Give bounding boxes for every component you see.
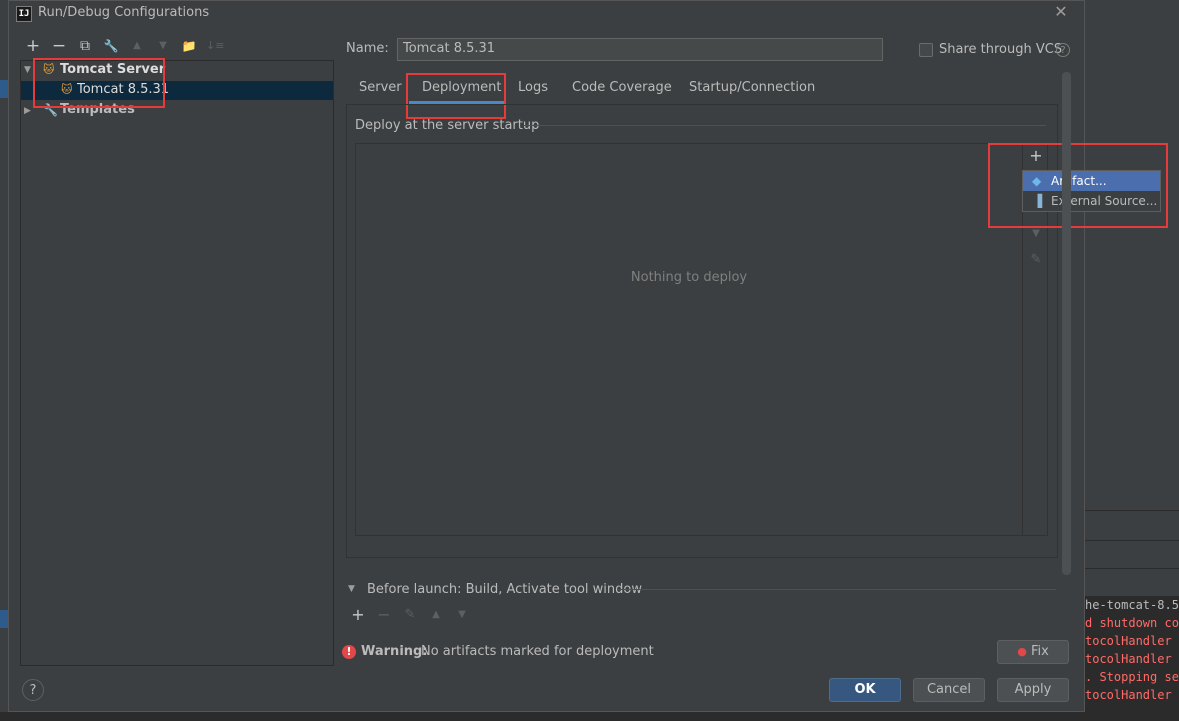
warning-text: No artifacts marked for deployment <box>421 644 654 659</box>
name-label: Name: <box>346 41 389 56</box>
apply-button[interactable]: Apply <box>997 678 1069 702</box>
close-icon[interactable]: ✕ <box>1052 3 1070 21</box>
move-down-button[interactable]: ▼ <box>454 607 470 623</box>
add-configuration-button[interactable]: + <box>24 37 42 55</box>
help-button[interactable]: ? <box>22 679 44 701</box>
console-line: tocolHandler [ <box>1085 688 1179 702</box>
section-divider <box>618 589 1056 590</box>
ide-gutter-marker <box>0 610 8 628</box>
warning-icon: ! <box>342 645 356 659</box>
highlight-annotation <box>33 58 165 108</box>
console-line: tocolHandler [ <box>1085 652 1179 666</box>
deploy-section-label: Deploy at the server startup <box>355 118 540 133</box>
deploy-list[interactable] <box>355 143 1048 536</box>
folder-icon[interactable]: 📁 <box>180 37 198 55</box>
move-up-button[interactable]: ▲ <box>128 37 146 55</box>
empty-deploy-text: Nothing to deploy <box>630 270 748 285</box>
help-icon[interactable]: ? <box>1056 43 1070 57</box>
edit-icon[interactable]: ✎ <box>1028 252 1044 268</box>
intellij-icon: IJ <box>16 6 32 22</box>
fix-bulb-icon: ● <box>1017 645 1027 658</box>
remove-configuration-button[interactable]: − <box>50 37 68 55</box>
console-line: d shutdown com <box>1085 616 1179 630</box>
console-line: he-tomcat-8.5. <box>1085 598 1179 612</box>
warning-label: Warning: <box>361 644 428 659</box>
sort-icon[interactable]: ↓≡ <box>206 37 224 55</box>
add-task-button[interactable]: + <box>350 607 366 623</box>
edit-icon[interactable]: ✎ <box>402 607 418 623</box>
cancel-button[interactable]: Cancel <box>913 678 985 702</box>
move-down-button[interactable]: ▼ <box>154 37 172 55</box>
ide-console-output: he-tomcat-8.5. d shutdown com tocolHandl… <box>1085 596 1179 721</box>
console-line: . Stopping ser <box>1085 670 1179 684</box>
section-divider <box>524 125 1046 126</box>
ide-background-bottom <box>0 712 1085 721</box>
ide-gutter-marker <box>0 80 8 98</box>
tab-startup-connection[interactable]: Startup/Connection <box>689 80 815 102</box>
console-line: tocolHandler [ <box>1085 634 1179 648</box>
wrench-icon[interactable]: 🔧 <box>102 37 120 55</box>
share-vcs-label[interactable]: Share through VCS <box>939 42 1062 57</box>
dialog-title: Run/Debug Configurations <box>38 5 210 20</box>
highlight-annotation <box>988 143 1168 228</box>
share-vcs-checkbox[interactable] <box>919 43 933 57</box>
move-down-button[interactable]: ▼ <box>1028 226 1044 242</box>
scrollbar[interactable] <box>1062 72 1071 575</box>
remove-task-button[interactable]: − <box>376 607 392 623</box>
collapse-arrow-icon[interactable]: ▼ <box>348 582 360 596</box>
configuration-tree <box>20 60 334 666</box>
before-launch-label[interactable]: Before launch: Build, Activate tool wind… <box>367 582 642 597</box>
tab-server[interactable]: Server <box>359 80 402 102</box>
copy-configuration-button[interactable]: ⧉ <box>76 37 94 55</box>
move-up-button[interactable]: ▲ <box>428 607 444 623</box>
tab-code-coverage[interactable]: Code Coverage <box>572 80 672 102</box>
ok-button[interactable]: OK <box>829 678 901 702</box>
tab-logs[interactable]: Logs <box>518 80 548 102</box>
name-field[interactable]: Tomcat 8.5.31 <box>397 38 883 61</box>
fix-button[interactable]: ● Fix <box>997 640 1069 664</box>
